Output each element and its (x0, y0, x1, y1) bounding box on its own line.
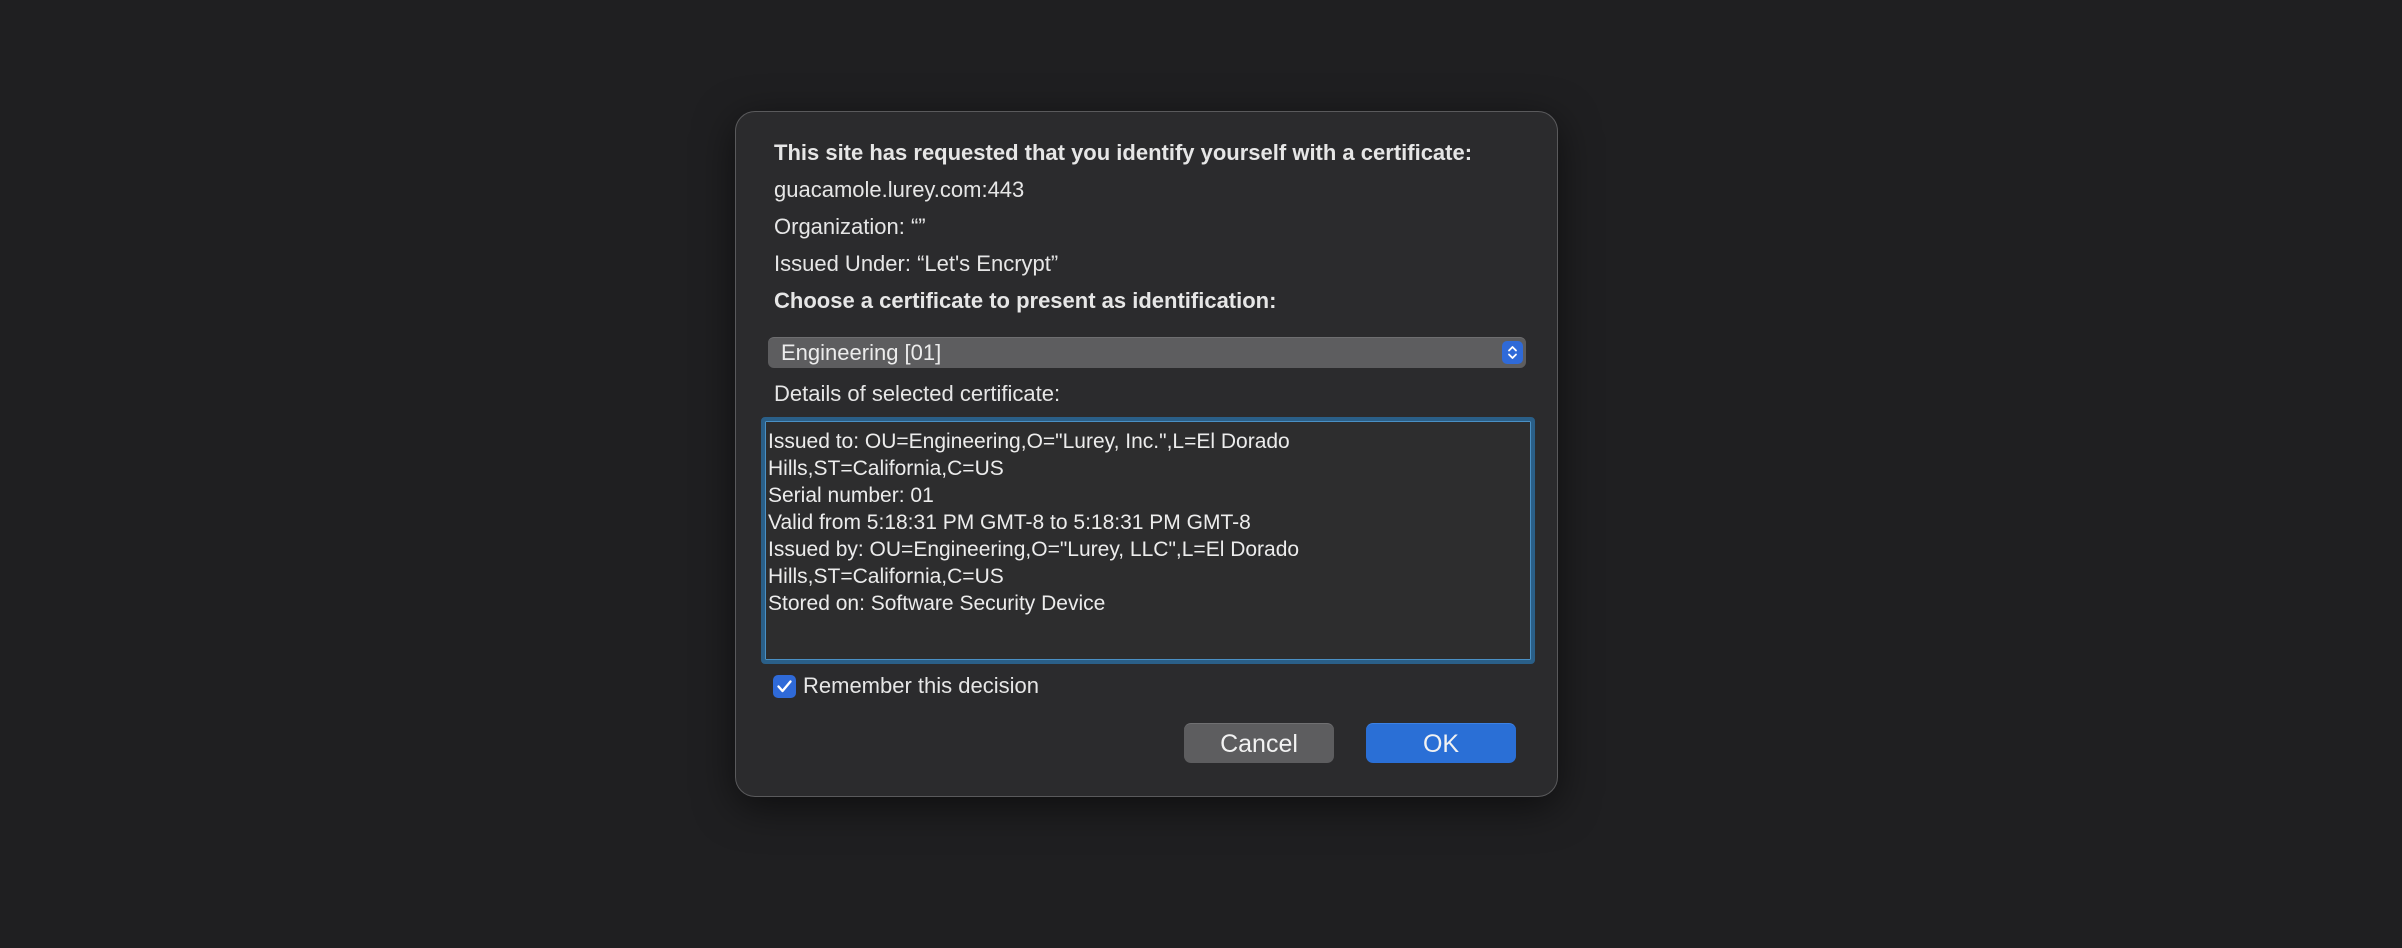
details-line: Hills,ST=California,C=US (768, 457, 1004, 480)
dialog-prompt: This site has requested that you identif… (774, 140, 1473, 165)
remember-decision-label[interactable]: Remember this decision (803, 672, 1039, 700)
details-line: Stored on: Software Security Device (768, 592, 1106, 615)
site-host: guacamole.lurey.com:443 (774, 177, 1025, 202)
choose-certificate-label: Choose a certificate to present as ident… (774, 288, 1277, 313)
issued-under-text: Issued Under: “Let's Encrypt” (774, 251, 1059, 276)
remember-decision-checkbox[interactable] (773, 675, 796, 698)
certificate-details-textarea[interactable]: Issued to: OU=Engineering,O="Lurey, Inc.… (761, 417, 1535, 664)
checkmark-icon (773, 675, 796, 698)
cancel-button[interactable]: Cancel (1184, 723, 1334, 763)
ok-button[interactable]: OK (1366, 723, 1516, 763)
details-line: Serial number: 01 (768, 484, 934, 507)
details-line: Valid from 5:18:31 PM GMT-8 to 5:18:31 P… (768, 511, 1251, 534)
certificate-select-value: Engineering [01] (781, 340, 942, 365)
organization-text: Organization: “” (774, 214, 926, 239)
up-down-chevron-icon (1502, 341, 1523, 364)
details-line: Issued by: OU=Engineering,O="Lurey, LLC"… (768, 538, 1300, 561)
certificate-dialog: This site has requested that you identif… (735, 111, 1558, 797)
details-line: Hills,ST=California,C=US (768, 565, 1004, 588)
details-label: Details of selected certificate: (774, 381, 1061, 406)
certificate-select[interactable]: Engineering [01] (768, 337, 1526, 368)
details-line: Issued to: OU=Engineering,O="Lurey, Inc.… (768, 430, 1290, 453)
